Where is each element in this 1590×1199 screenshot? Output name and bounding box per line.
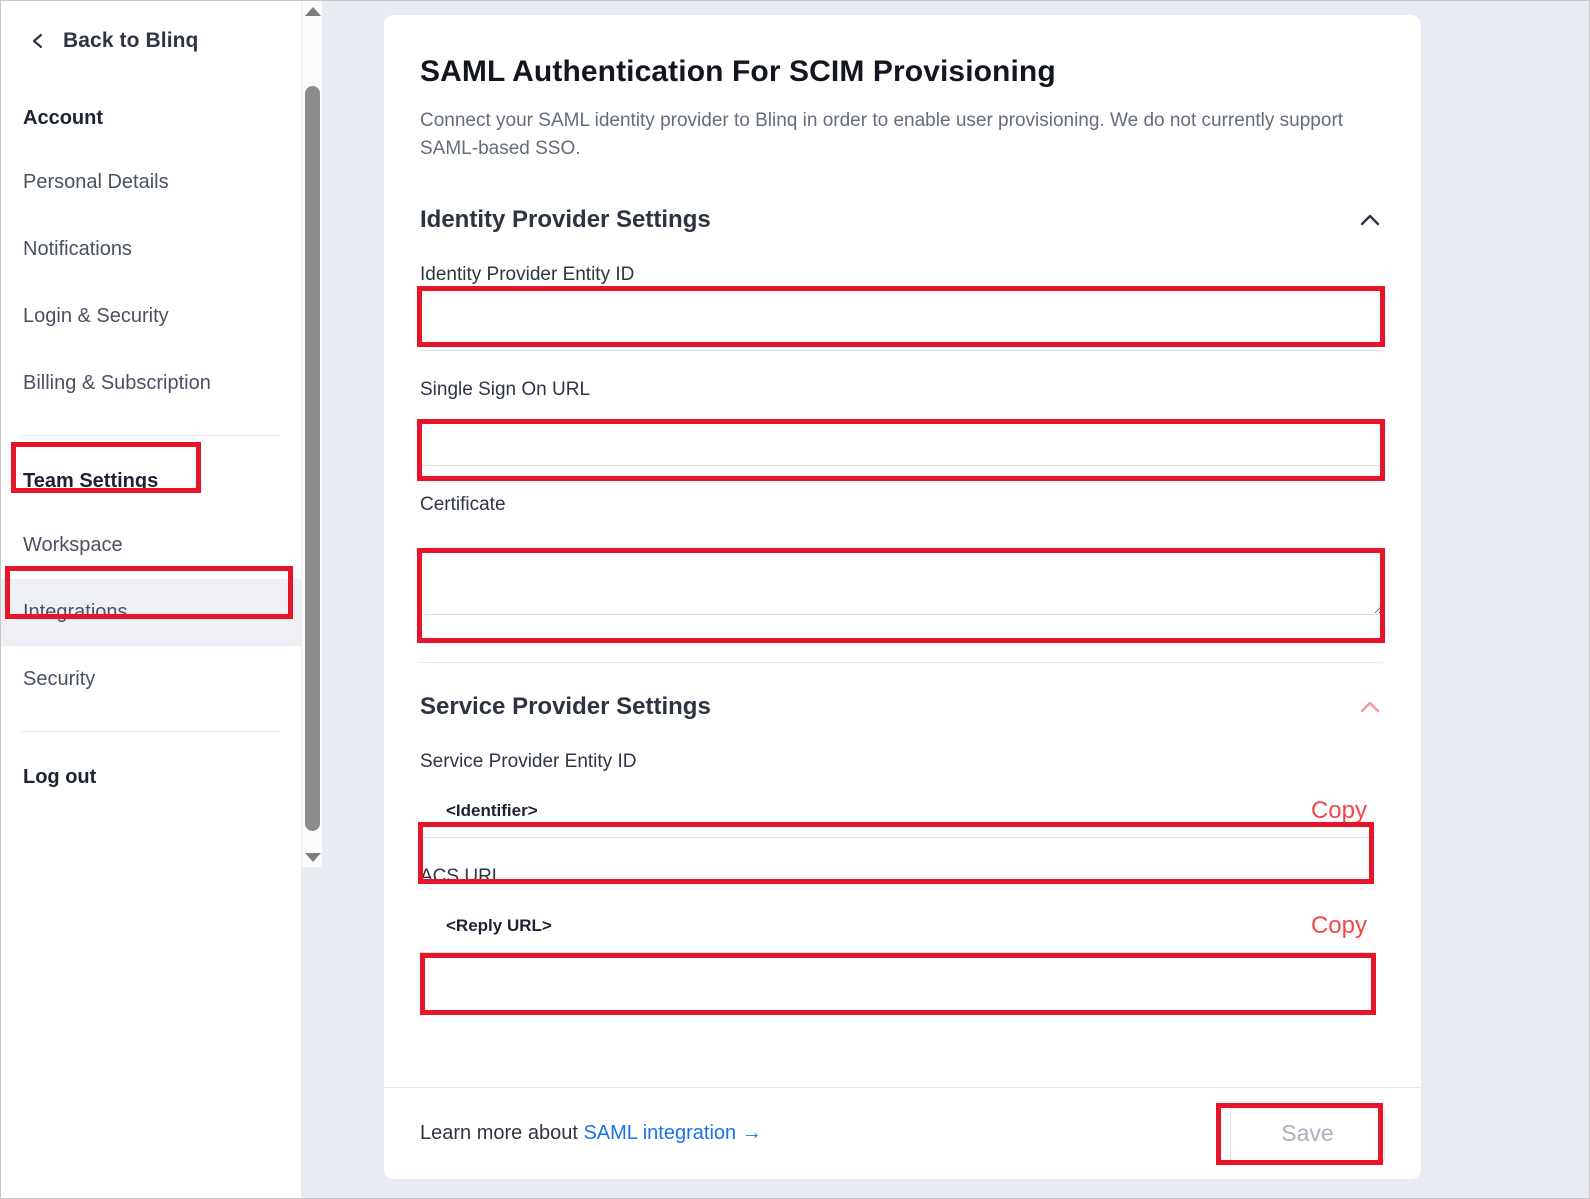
copy-acs-url-button[interactable]: Copy: [1311, 912, 1367, 940]
service-provider-entity-id-row: <Identifier> Copy: [420, 785, 1375, 839]
back-to-blinq-label: Back to Blinq: [63, 29, 199, 52]
acs-url-row: <Reply URL> Copy: [420, 900, 1375, 954]
arrow-right-icon: →: [741, 1122, 762, 1144]
field-label: Service Provider Entity ID: [420, 751, 637, 773]
sidebar-group-account: Account Personal Details Notifications L…: [1, 61, 301, 417]
identity-provider-entity-id-input[interactable]: [420, 298, 1383, 352]
section-divider: [420, 662, 1383, 664]
identity-provider-section-title: Identity Provider Settings: [420, 206, 711, 234]
field-certificate: Certificate: [420, 494, 1385, 620]
field-label: Single Sign On URL: [420, 379, 591, 401]
chevron-left-icon: [29, 32, 47, 50]
sidebar-group-session: Log out: [1, 746, 301, 808]
sidebar-item-label: Account: [23, 106, 103, 129]
sidebar-item-billing-subscription[interactable]: Billing & Subscription: [1, 350, 301, 417]
sidebar-item-log-out[interactable]: Log out: [1, 746, 301, 808]
scroll-down-arrow-icon[interactable]: [302, 847, 323, 867]
settings-sidebar: Back to Blinq Account Personal Details N…: [1, 1, 301, 1198]
service-provider-section-title: Service Provider Settings: [420, 693, 711, 721]
back-to-blinq-button[interactable]: Back to Blinq: [1, 1, 301, 61]
scroll-up-arrow-icon[interactable]: [302, 1, 323, 21]
sidebar-item-personal-details[interactable]: Personal Details: [1, 149, 301, 216]
field-service-provider-entity-id: Service Provider Entity ID <Identifier> …: [420, 751, 1385, 839]
sidebar-item-security[interactable]: Security: [1, 646, 301, 713]
sidebar-item-workspace[interactable]: Workspace: [1, 512, 301, 579]
sidebar-item-label: Personal Details: [23, 171, 169, 193]
card-footer: Learn more about SAML integration → Save: [384, 1087, 1421, 1179]
sidebar-group-team: Team Settings Workspace Integrations Sec…: [1, 450, 301, 713]
sidebar-item-label: Login & Security: [23, 305, 169, 327]
chevron-up-icon[interactable]: [1355, 698, 1385, 716]
scrollbar-thumb[interactable]: [305, 86, 320, 831]
field-label: Certificate: [420, 494, 506, 516]
acs-url-value: <Reply URL>: [446, 916, 552, 936]
single-sign-on-url-input[interactable]: [420, 413, 1383, 467]
app-window: Back to Blinq Account Personal Details N…: [0, 0, 1590, 1199]
field-identity-provider-entity-id: Identity Provider Entity ID: [420, 264, 1385, 352]
sidebar-scrollbar[interactable]: [301, 1, 322, 867]
sidebar-item-notifications[interactable]: Notifications: [1, 216, 301, 283]
field-label: ACS URL: [420, 866, 503, 888]
learn-more-prefix: Learn more about: [420, 1122, 578, 1144]
learn-more-text: Learn more about SAML integration →: [420, 1122, 762, 1145]
sidebar-divider-bottom: [21, 731, 281, 732]
field-single-sign-on-url: Single Sign On URL: [420, 379, 1385, 467]
sidebar-item-label: Workspace: [23, 534, 123, 556]
sidebar-item-account[interactable]: Account: [1, 87, 301, 149]
sidebar-item-label: Billing & Subscription: [23, 372, 211, 394]
sidebar-item-integrations[interactable]: Integrations: [1, 579, 301, 646]
field-label: Identity Provider Entity ID: [420, 264, 635, 286]
sidebar-item-label: Security: [23, 668, 96, 690]
service-provider-entity-id-value: <Identifier>: [446, 801, 538, 821]
save-button[interactable]: Save: [1230, 1105, 1385, 1162]
sidebar-divider-top: [21, 435, 281, 436]
sidebar-item-label: Integrations: [23, 601, 128, 623]
page-subtitle: Connect your SAML identity provider to B…: [420, 110, 1344, 159]
chevron-up-icon[interactable]: [1355, 211, 1385, 229]
card-body: SAML Authentication For SCIM Provisionin…: [384, 15, 1421, 954]
main-content-card: SAML Authentication For SCIM Provisionin…: [384, 15, 1421, 1179]
identity-provider-section-header[interactable]: Identity Provider Settings: [420, 206, 1385, 234]
saml-integration-link[interactable]: SAML integration: [583, 1122, 736, 1144]
certificate-textarea[interactable]: [420, 528, 1383, 616]
copy-service-provider-entity-id-button[interactable]: Copy: [1311, 797, 1367, 825]
sidebar-item-team-settings[interactable]: Team Settings: [1, 450, 301, 512]
sidebar-item-label: Notifications: [23, 238, 132, 260]
page-title: SAML Authentication For SCIM Provisionin…: [420, 55, 1056, 88]
service-provider-section-header[interactable]: Service Provider Settings: [420, 693, 1385, 721]
field-acs-url: ACS URL <Reply URL> Copy: [420, 866, 1385, 954]
sidebar-item-login-security[interactable]: Login & Security: [1, 283, 301, 350]
sidebar-item-label: Log out: [23, 765, 97, 788]
sidebar-item-label: Team Settings: [23, 469, 159, 492]
